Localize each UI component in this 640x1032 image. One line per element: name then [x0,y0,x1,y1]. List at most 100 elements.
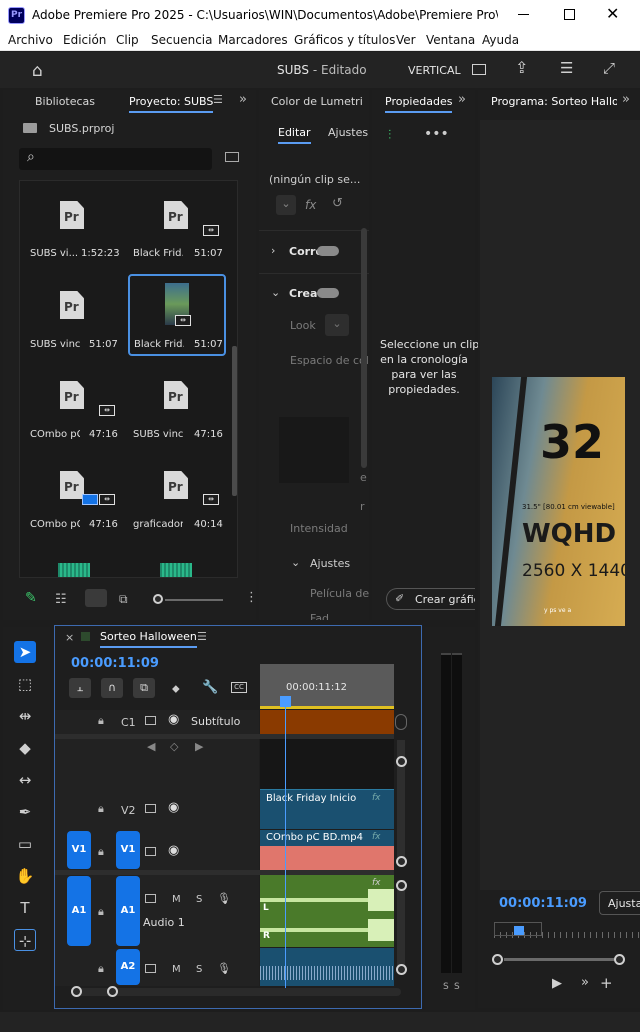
tab-lumetri[interactable]: Color de Lumetri [271,95,363,108]
lock-icon[interactable]: 🔒︎ [98,905,104,919]
play-icon[interactable]: ▶ [552,976,562,991]
wrench-icon[interactable]: 🔧 [202,680,218,695]
tab-propiedades[interactable]: Propiedades [385,95,453,113]
pen-icon[interactable]: ✒ [14,801,36,823]
vertical-label[interactable]: VERTICAL [408,64,461,77]
a-scroll-handle[interactable] [396,880,407,891]
keyframe-add-icon[interactable]: ◇ [170,740,178,753]
panel-menu-icon[interactable]: ☰ [213,93,223,106]
eye-icon[interactable]: ◉ [168,712,179,727]
menu-ayuda[interactable]: Ayuda [482,33,519,47]
menu-secuencia[interactable]: Secuencia [151,33,212,47]
expand-panels-icon[interactable]: » [239,92,247,107]
more-icon[interactable]: ••• [424,126,449,142]
solo-button[interactable]: S [196,964,202,975]
align-icon[interactable]: ⫶ [388,128,391,143]
meter-solo-right[interactable]: S [454,982,460,992]
snap-insert-icon[interactable]: ⫠ [69,678,91,698]
track-target-v1[interactable]: V1 [116,831,140,869]
fullscreen-icon[interactable]: ⤢ [603,59,615,77]
lock-icon[interactable]: 🔒︎ [98,962,104,976]
microphone-icon[interactable]: 🎙︎ [217,892,231,905]
v-scroll-handle[interactable] [396,856,407,867]
razor-icon[interactable]: ◆ [14,737,36,759]
audio-thumbnail[interactable] [58,563,90,577]
sequence-thumb-icon[interactable]: Pr [60,381,84,409]
v1-clip[interactable]: COmbo pC BD.mp4 fx [260,830,394,870]
sequence-thumb-icon[interactable]: Pr [60,201,84,229]
eye-icon[interactable]: ◉ [168,843,179,858]
microphone-icon[interactable]: 🎙︎ [217,962,231,975]
list-view-icon[interactable]: ☷ [55,592,67,607]
share-icon[interactable]: ⇪ [515,58,528,77]
menu-graficos[interactable]: Gráficos y títulos [294,33,395,47]
zoom-end-handle[interactable] [614,954,625,965]
source-patch-a1[interactable]: A1 [67,876,91,946]
lock-icon[interactable]: 🔒︎ [98,714,104,728]
a-scroll-handle[interactable] [396,964,407,975]
sequence-thumb-icon[interactable]: Pr [164,471,188,499]
audio-thumbnail[interactable] [160,563,192,577]
v2-clip[interactable]: Black Friday Inicio ... fx [260,789,394,829]
fx-icon[interactable]: fx [305,198,316,212]
solo-button[interactable]: S [196,894,202,905]
icon-view-icon[interactable] [85,589,107,607]
tab-editar[interactable]: Editar [278,126,311,144]
toggle-switch[interactable] [317,246,339,256]
freeform-view-icon[interactable]: ⧉ [119,592,128,607]
track-target-a1[interactable]: A1 [116,876,140,946]
zoom-track[interactable] [504,958,614,961]
toggle-output-icon[interactable] [145,716,156,725]
zoom-slider-handle[interactable] [153,594,163,604]
v-scroll-handle[interactable] [396,756,407,767]
sliders-icon[interactable]: ☰ [560,59,573,77]
meter-solo-left[interactable]: S [443,982,449,992]
h-scroll-end[interactable] [107,986,118,997]
sequence-thumb-icon[interactable]: Pr [164,381,188,409]
add-button-icon[interactable]: + [600,974,613,992]
timeline-timecode[interactable]: 00:00:11:09 [71,656,159,671]
search-field[interactable]: ⌕ [19,148,212,170]
toggle-output-icon[interactable] [145,804,156,813]
look-dropdown[interactable]: ⌄ [325,314,349,336]
pencil-icon[interactable]: ✎ [25,590,37,606]
maximize-icon[interactable] [564,9,575,20]
tab-programa[interactable]: Programa: Sorteo Hallowe [491,95,617,108]
chevron-down-icon[interactable]: ⌄ [291,556,300,569]
slip-icon[interactable]: ↔ [14,769,36,791]
panel-menu-icon[interactable]: ☰ [197,630,207,643]
tab-proyecto[interactable]: Proyecto: SUBS [129,95,214,113]
expand-panels-icon[interactable]: » [622,92,630,107]
close-tab-icon[interactable]: × [65,631,74,644]
sequence-thumb-icon[interactable]: Pr [60,471,84,499]
fit-dropdown[interactable]: Ajusta [599,891,640,915]
project-scrollbar[interactable] [232,346,237,496]
tab-bibliotecas[interactable]: Bibliotecas [35,95,95,108]
minimize-icon[interactable] [518,14,529,15]
toggle-output-icon[interactable] [145,847,156,856]
caption-tool-icon[interactable]: ⊹ [14,929,36,951]
menu-edicion[interactable]: Edición [63,33,106,47]
mute-button[interactable]: M [172,964,181,975]
snap-magnet-icon[interactable]: ∩ [101,678,123,698]
source-patch-v1[interactable]: V1 [67,831,91,869]
ripple-edit-icon[interactable]: ⇹ [14,705,36,727]
menu-ver[interactable]: Ver [396,33,416,47]
close-icon[interactable]: ✕ [606,4,619,23]
toggle-switch[interactable] [317,288,339,298]
a2-clip[interactable] [260,948,394,986]
ajustes-section[interactable]: Ajustes [310,557,350,570]
sequence-thumb-icon[interactable]: Pr [60,291,84,319]
keyframe-prev-icon[interactable]: ◀ [147,740,155,753]
selection-tool-icon[interactable]: ➤ [14,641,36,663]
fast-forward-icon[interactable]: » [581,975,589,990]
dropdown-button[interactable]: ⌄ [276,195,296,215]
program-timecode[interactable]: 00:00:11:09 [499,896,587,911]
keyframe-next-icon[interactable]: ▶ [195,740,203,753]
sort-icon[interactable]: ⋮ [245,590,258,605]
chevron-right-icon[interactable]: › [271,244,275,257]
rectangle-icon[interactable]: ▭ [14,833,36,855]
menu-ventana[interactable]: Ventana [426,33,475,47]
zoom-start-handle[interactable] [492,954,503,965]
a1-clip[interactable]: L R fx [260,875,394,947]
